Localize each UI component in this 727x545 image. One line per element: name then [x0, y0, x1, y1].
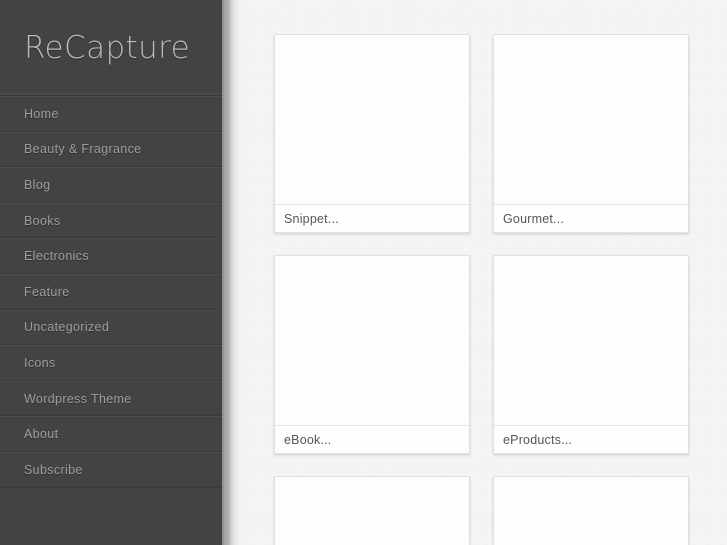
page-root: ReCapture Home Beauty & Fragrance Blog B…: [0, 0, 727, 545]
card-caption: Snippet...: [275, 204, 469, 232]
sidebar-item-label: Electronics: [24, 249, 89, 264]
card-thumbnail: [275, 477, 469, 545]
sidebar-item-label: Home: [24, 106, 59, 121]
card-thumbnail: [494, 256, 688, 425]
card-item[interactable]: [274, 476, 470, 545]
sidebar-item-label: Wordpress Theme: [24, 391, 132, 406]
sidebar-item-electronics[interactable]: Electronics: [0, 238, 222, 274]
sidebar-item-label: Beauty & Fragrance: [24, 142, 142, 157]
site-logo[interactable]: ReCapture: [0, 0, 222, 96]
sidebar-content-divider: [222, 0, 244, 545]
sidebar-item-beauty-fragrance[interactable]: Beauty & Fragrance: [0, 131, 222, 168]
sidebar-item-label: Icons: [24, 355, 56, 370]
sidebar-item-label: Subscribe: [24, 462, 83, 477]
card-caption: eProducts...: [494, 425, 688, 453]
card-item[interactable]: eBook...: [274, 255, 470, 454]
card-item[interactable]: Snippet...: [274, 34, 470, 233]
site-logo-text: ReCapture: [24, 29, 191, 66]
sidebar-item-wordpress-theme[interactable]: Wordpress Theme: [0, 380, 222, 417]
sidebar: ReCapture Home Beauty & Fragrance Blog B…: [0, 0, 222, 545]
sidebar-item-blog[interactable]: Blog: [0, 167, 222, 203]
main-content: Snippet... Gourmet... eBook... eProducts…: [244, 0, 727, 545]
card-caption: eBook...: [275, 425, 469, 453]
sidebar-item-label: Books: [24, 213, 61, 228]
card-thumbnail: [275, 35, 469, 204]
sidebar-item-subscribe[interactable]: Subscribe: [0, 451, 222, 488]
sidebar-item-uncategorized[interactable]: Uncategorized: [0, 309, 222, 346]
sidebar-item-books[interactable]: Books: [0, 202, 222, 239]
sidebar-nav: Home Beauty & Fragrance Blog Books Elect…: [0, 96, 222, 488]
card-thumbnail: [494, 477, 688, 545]
card-thumbnail: [275, 256, 469, 425]
sidebar-item-feature[interactable]: Feature: [0, 273, 222, 310]
sidebar-item-label: About: [24, 427, 59, 442]
card-item[interactable]: [493, 476, 689, 545]
card-thumbnail: [494, 35, 688, 204]
card-caption: Gourmet...: [494, 204, 688, 232]
card-item[interactable]: Gourmet...: [493, 34, 689, 233]
sidebar-item-about[interactable]: About: [0, 416, 222, 452]
card-grid: Snippet... Gourmet... eBook... eProducts…: [274, 34, 720, 545]
sidebar-item-label: Feature: [24, 284, 70, 299]
sidebar-item-label: Uncategorized: [24, 320, 110, 335]
sidebar-item-label: Blog: [24, 177, 51, 192]
sidebar-item-home[interactable]: Home: [0, 96, 222, 132]
sidebar-item-icons[interactable]: Icons: [0, 345, 222, 381]
card-item[interactable]: eProducts...: [493, 255, 689, 454]
